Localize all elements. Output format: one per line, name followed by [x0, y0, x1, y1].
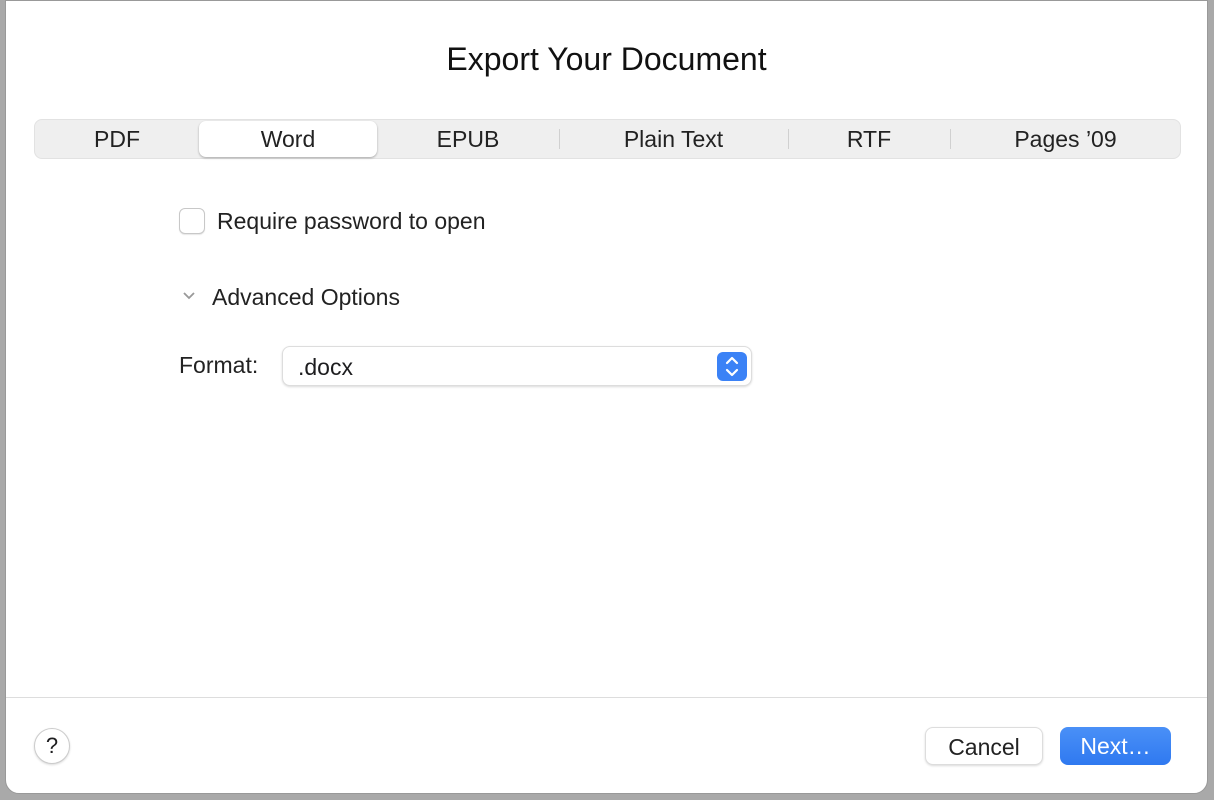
cancel-button[interactable]: Cancel: [925, 727, 1043, 765]
tab-epub[interactable]: EPUB: [377, 120, 559, 158]
tab-pdf[interactable]: PDF: [35, 120, 199, 158]
help-button[interactable]: ?: [34, 728, 70, 764]
tab-plain-text[interactable]: Plain Text: [559, 120, 788, 158]
export-dialog: Export Your Document PDF Word EPUB Plain…: [5, 0, 1208, 794]
tab-word[interactable]: Word: [199, 121, 377, 157]
tab-pages-09[interactable]: Pages ’09: [950, 120, 1181, 158]
advanced-options-toggle[interactable]: Advanced Options: [212, 284, 400, 311]
require-password-checkbox[interactable]: [179, 208, 205, 234]
tab-rtf[interactable]: RTF: [788, 120, 950, 158]
footer-divider: [6, 697, 1207, 698]
require-password-label[interactable]: Require password to open: [217, 208, 486, 235]
chevron-down-icon[interactable]: [182, 289, 196, 303]
dialog-title: Export Your Document: [446, 41, 767, 77]
format-select[interactable]: .docx: [282, 346, 752, 386]
next-button[interactable]: Next…: [1060, 727, 1171, 765]
format-segmented-control: PDF Word EPUB Plain Text RTF Pages ’09: [34, 119, 1181, 159]
format-label: Format:: [179, 352, 259, 378]
format-value: .docx: [298, 354, 353, 380]
up-down-chevron-icon: [717, 352, 747, 381]
